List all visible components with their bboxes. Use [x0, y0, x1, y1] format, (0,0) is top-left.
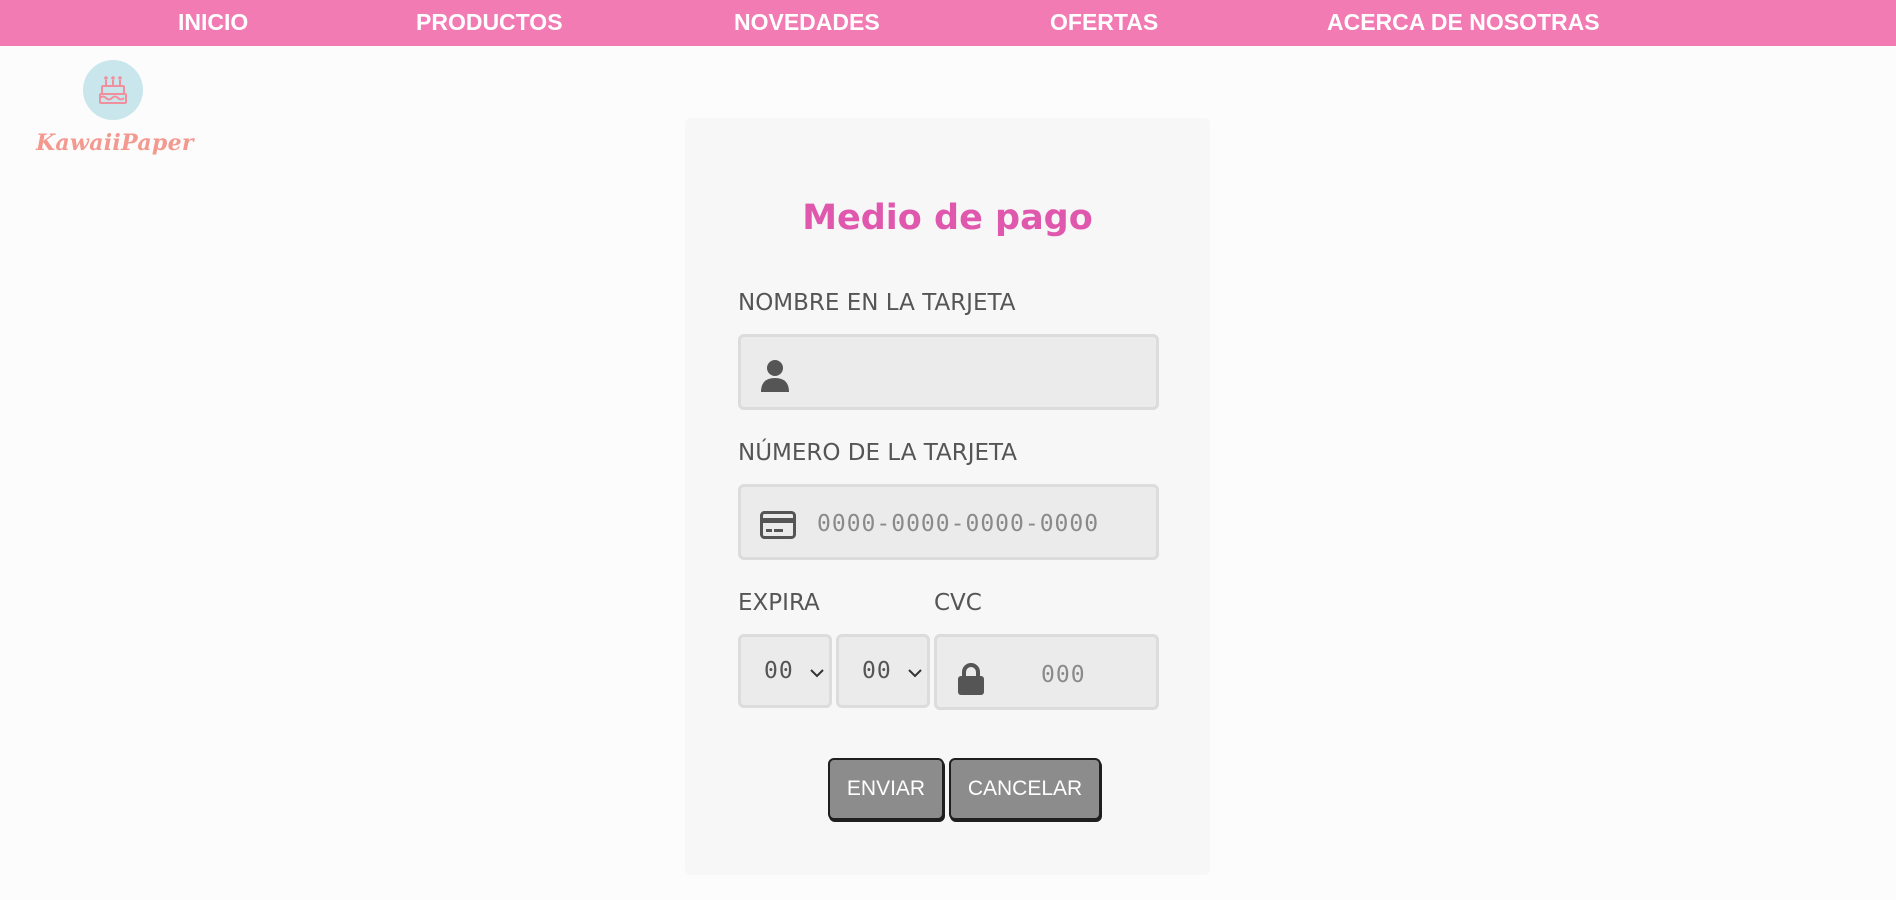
card-number-input[interactable]: 0000-0000-0000-0000 [738, 484, 1159, 560]
form-title: Medio de pago [802, 198, 1093, 238]
submit-button[interactable]: ENVIAR [828, 758, 944, 820]
cvc-placeholder: 000 [1041, 662, 1086, 688]
expiry-year-value: 00 [862, 658, 892, 684]
nav-item-inicio[interactable]: INICIO [178, 0, 248, 46]
lock-icon [958, 663, 984, 695]
top-nav: INICIO PRODUCTOS NOVEDADES OFERTAS ACERC… [0, 0, 1896, 46]
nav-item-novedades[interactable]: NOVEDADES [734, 0, 880, 46]
user-icon [761, 360, 789, 392]
brand-logo[interactable]: KawaiiPaper [36, 60, 194, 166]
nav-item-productos[interactable]: PRODUCTOS [416, 0, 563, 46]
number-label: NÚMERO DE LA TARJETA [738, 440, 1018, 466]
name-label: NOMBRE EN LA TARJETA [738, 290, 1016, 316]
nav-item-acerca[interactable]: ACERCA DE NOSOTRAS [1327, 0, 1600, 46]
chevron-down-icon [810, 669, 824, 678]
cvc-label: CVC [934, 590, 982, 616]
expiry-month-value: 00 [764, 658, 794, 684]
brand-name: KawaiiPaper [36, 130, 194, 156]
card-name-input[interactable] [738, 334, 1159, 410]
payment-form: Medio de pago NOMBRE EN LA TARJETA NÚMER… [685, 118, 1210, 875]
expiry-year-select[interactable]: 00 [836, 634, 930, 708]
cancel-button[interactable]: CANCELAR [949, 758, 1101, 820]
nav-item-ofertas[interactable]: OFERTAS [1050, 0, 1158, 46]
cake-icon [99, 76, 127, 104]
chevron-down-icon [908, 669, 922, 678]
cvc-input[interactable]: 000 [934, 634, 1159, 710]
card-number-placeholder: 0000-0000-0000-0000 [817, 511, 1100, 537]
expiry-month-select[interactable]: 00 [738, 634, 832, 708]
logo-badge [83, 60, 143, 120]
expiry-label: EXPIRA [738, 590, 820, 616]
credit-card-icon [760, 511, 796, 539]
